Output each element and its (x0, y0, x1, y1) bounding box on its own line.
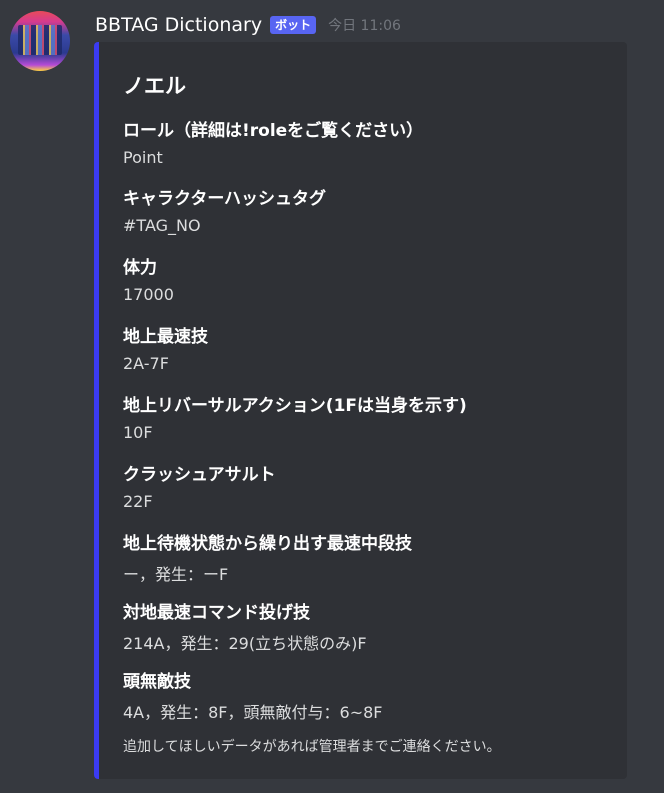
field-value-crush-assault: 22F (123, 492, 153, 511)
field-name-health: 体力 (123, 258, 157, 278)
field-value-health: 17000 (123, 285, 174, 304)
embed-footer: 追加してほしいデータがあれば管理者までご連絡ください。 (123, 739, 501, 755)
bot-badge: ボット (270, 16, 317, 34)
embed-card: ノエル ロール（詳細は!roleをご覧ください） Point キャラクターハッシ… (94, 42, 627, 779)
field-name-reversal: 地上リバーサルアクション(1Fは当身を示す) (123, 396, 467, 416)
field-name-role: ロール（詳細は!roleをご覧ください） (123, 121, 424, 141)
bot-avatar[interactable] (10, 11, 70, 71)
field-name-crush-assault: クラッシュアサルト (123, 465, 276, 485)
field-name-command-throw: 対地最速コマンド投げ技 (123, 603, 310, 623)
author-name[interactable]: BBTAG Dictionary (95, 14, 262, 36)
field-value-fastest-ground-move: 2A-7F (123, 354, 169, 373)
field-name-overhead: 地上待機状態から繰り出す最速中段技 (123, 534, 412, 554)
field-name-head-invuln: 頭無敵技 (123, 672, 191, 692)
embed-title: ノエル (123, 74, 186, 98)
field-value-head-invuln: 4A，発生：8F，頭無敵付与：6~8F (123, 703, 383, 722)
field-value-hashtag: #TAG_NO (123, 216, 201, 235)
field-value-reversal: 10F (123, 423, 153, 442)
field-value-role: Point (123, 148, 163, 167)
field-value-overhead: ー，発生：ーF (123, 565, 229, 584)
field-name-fastest-ground-move: 地上最速技 (123, 327, 208, 347)
message-header: BBTAG Dictionary ボット 今日 11:06 (95, 11, 401, 39)
field-name-hashtag: キャラクターハッシュタグ (123, 189, 326, 209)
message-timestamp[interactable]: 今日 11:06 (328, 15, 401, 35)
field-value-command-throw: 214A，発生：29(立ち状態のみ)F (123, 634, 367, 653)
